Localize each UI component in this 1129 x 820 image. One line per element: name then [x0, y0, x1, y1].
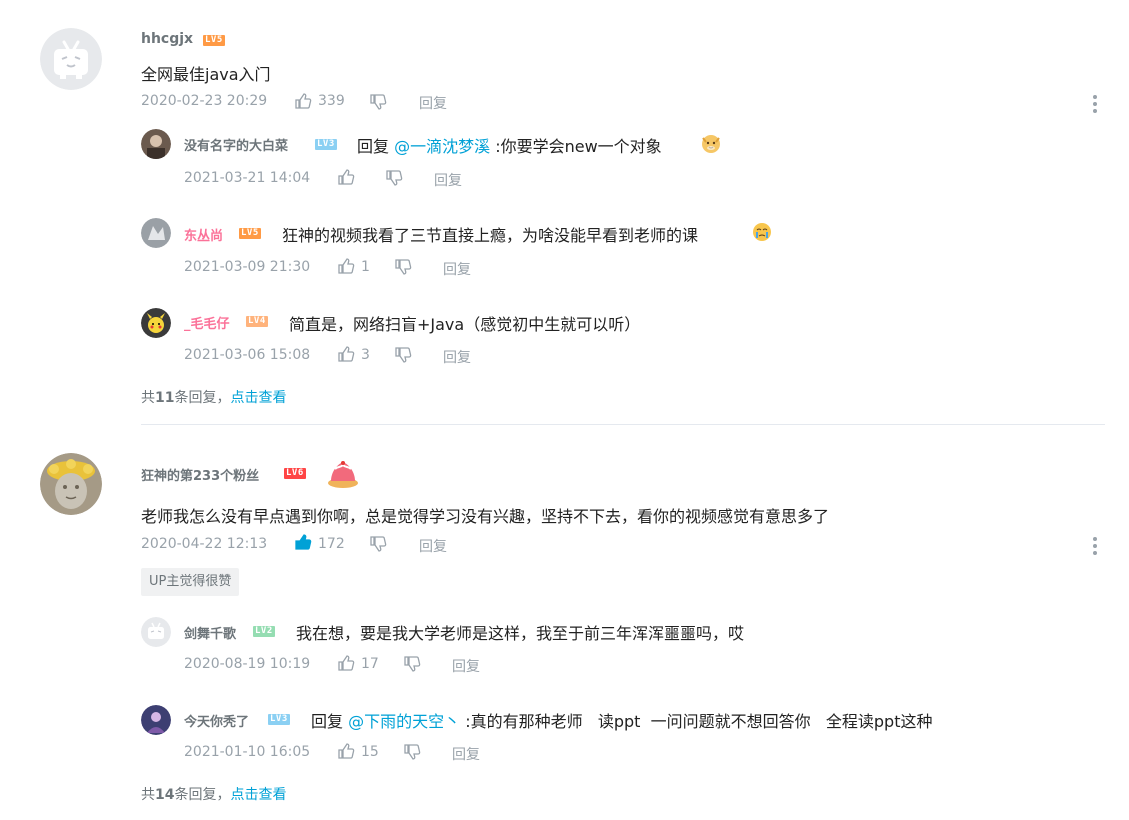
level-badge: LV2: [253, 626, 275, 637]
bilibili-tv-avatar-icon: [40, 28, 102, 90]
bilibili-tv-avatar-icon: [141, 617, 171, 647]
avatar[interactable]: [141, 129, 171, 159]
like-count: 172: [318, 536, 345, 552]
level-badge: LV3: [268, 714, 290, 725]
mention-link[interactable]: @下雨的天空丶: [348, 712, 460, 731]
more-vertical-icon[interactable]: [1092, 95, 1098, 115]
avatar[interactable]: [141, 308, 171, 338]
up-liked-badge: UP主觉得很赞: [141, 568, 240, 596]
comment-text: 全网最佳java入门: [141, 65, 271, 84]
like-count: 339: [318, 93, 345, 109]
reply-button[interactable]: 回复: [419, 93, 447, 113]
reply-text: 回复 @下雨的天空丶 :真的有那种老师 读ppt 一问问题就不想回答你 全程读p…: [311, 708, 932, 732]
reply-count: 14: [155, 787, 175, 803]
thumb-down-icon[interactable]: [385, 169, 403, 187]
reply-text: 狂神的视频我看了三节直接上瘾，为啥没能早看到老师的课: [282, 226, 699, 245]
thumb-down-icon[interactable]: [403, 743, 421, 761]
emoji-icon: [702, 135, 720, 153]
thumb-down-icon[interactable]: [369, 93, 387, 111]
reply-body: :真的有那种老师 读ppt 一问问题就不想回答你 全程读ppt这种: [460, 712, 933, 731]
level-badge: LV5: [239, 228, 261, 239]
timestamp: 2020-08-19 10:19: [184, 656, 311, 672]
reply-prefix: 回复: [357, 137, 390, 156]
level-badge: LV5: [203, 35, 225, 46]
emoji-icon: [753, 223, 771, 241]
like-count: 17: [361, 656, 379, 672]
summary-suffix: 条回复，: [174, 787, 231, 803]
more-vertical-icon[interactable]: [1092, 537, 1098, 557]
level-badge: LV3: [315, 139, 337, 150]
reply-summary: 共14条回复，点击查看: [141, 784, 286, 804]
timestamp: 2021-03-21 14:04: [184, 170, 311, 186]
username[interactable]: hhcgjx: [141, 31, 193, 47]
avatar[interactable]: [141, 218, 171, 248]
reply-text: 简直是，网络扫盲+Java（感觉初中生就可以听）: [289, 315, 641, 334]
thumb-down-icon[interactable]: [369, 535, 387, 553]
reply-prefix: 回复: [311, 712, 344, 731]
timestamp: 2021-03-06 15:08: [184, 347, 311, 363]
reply-summary: 共11条回复，点击查看: [141, 387, 286, 407]
reply-body: :你要学会new一个对象: [490, 137, 662, 156]
reply-text: 回复 @一滴沈梦溪 :你要学会new一个对象: [357, 133, 662, 157]
reply-button[interactable]: 回复: [452, 656, 480, 676]
username[interactable]: 没有名字的大白菜: [184, 135, 288, 154]
thumb-up-icon[interactable]: [294, 92, 312, 110]
thumb-down-icon[interactable]: [394, 258, 412, 276]
summary-suffix: 条回复，: [174, 390, 231, 406]
avatar[interactable]: [141, 705, 171, 735]
reply-text: 我在想，要是我大学老师是这样，我至于前三年浑浑噩噩吗，哎: [296, 624, 745, 643]
reply-count: 11: [155, 390, 175, 406]
thumb-down-icon[interactable]: [403, 655, 421, 673]
like-count: 1: [361, 259, 370, 275]
thumb-up-icon[interactable]: [337, 654, 355, 672]
reply-button[interactable]: 回复: [443, 347, 471, 367]
mention-link[interactable]: @一滴沈梦溪: [394, 137, 490, 156]
timestamp: 2021-03-09 21:30: [184, 259, 311, 275]
avatar[interactable]: [40, 453, 102, 515]
timestamp: 2020-04-22 12:13: [141, 536, 268, 552]
comment-text: 老师我怎么没有早点遇到你啊，总是觉得学习没有兴趣，坚持不下去，看你的视频感觉有意…: [141, 507, 830, 526]
thumb-up-icon[interactable]: [337, 742, 355, 760]
thumb-up-icon[interactable]: [337, 345, 355, 363]
username[interactable]: 东丛尚: [184, 225, 223, 244]
reply-button[interactable]: 回复: [434, 170, 462, 190]
username[interactable]: 今天你秃了: [184, 711, 249, 730]
reply-button[interactable]: 回复: [452, 744, 480, 764]
thumb-up-icon[interactable]: [294, 533, 312, 551]
view-all-replies-link[interactable]: 点击查看: [230, 390, 286, 406]
thumb-up-icon[interactable]: [337, 168, 355, 186]
like-count: 15: [361, 744, 379, 760]
timestamp: 2020-02-23 20:29: [141, 93, 268, 109]
thumb-up-icon[interactable]: [337, 257, 355, 275]
thumb-down-icon[interactable]: [394, 346, 412, 364]
level-badge: LV6: [284, 468, 306, 479]
divider: [141, 424, 1105, 425]
level-badge: LV4: [246, 316, 268, 327]
avatar[interactable]: [40, 28, 102, 90]
username[interactable]: _毛毛仔: [184, 313, 230, 332]
reply-button[interactable]: 回复: [443, 259, 471, 279]
username[interactable]: 剑舞千歌: [184, 623, 236, 642]
timestamp: 2021-01-10 16:05: [184, 744, 311, 760]
reply-button[interactable]: 回复: [419, 536, 447, 556]
summary-prefix: 共: [141, 787, 155, 803]
avatar[interactable]: [141, 617, 171, 647]
summary-prefix: 共: [141, 390, 155, 406]
cake-pendant-icon: [328, 461, 358, 488]
like-count: 3: [361, 347, 370, 363]
username[interactable]: 狂神的第233个粉丝: [141, 465, 259, 484]
view-all-replies-link[interactable]: 点击查看: [230, 787, 286, 803]
